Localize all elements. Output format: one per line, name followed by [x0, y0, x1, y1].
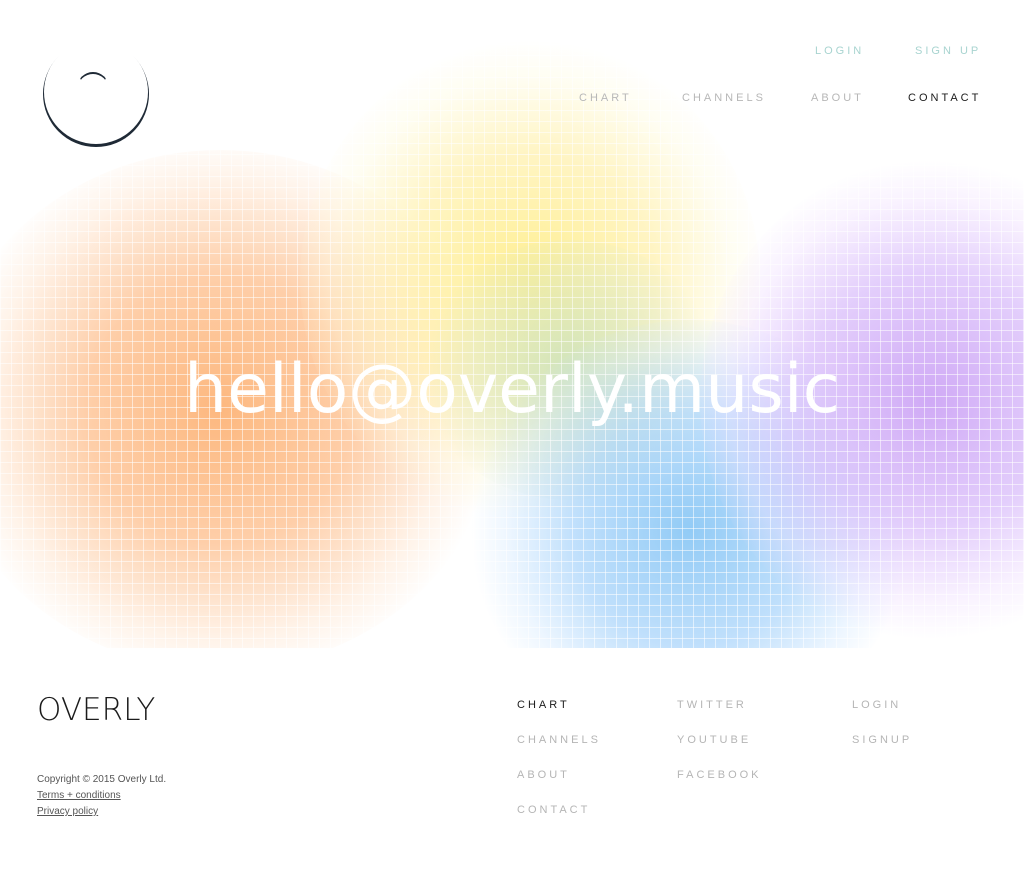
footer-signup-link[interactable]: SIGNUP [852, 734, 912, 746]
footer-nav-channels[interactable]: CHANNELS [517, 734, 601, 746]
nav-chart[interactable]: CHART [579, 92, 632, 104]
footer-login-link[interactable]: LOGIN [852, 699, 901, 711]
grid-overlay [0, 0, 1024, 648]
footer-nav-contact[interactable]: CONTACT [517, 804, 590, 816]
signup-link[interactable]: SIGN UP [915, 45, 981, 57]
login-link[interactable]: LOGIN [815, 45, 864, 57]
contact-email-link[interactable]: hello@overly.music [0, 350, 1024, 429]
footer-youtube-link[interactable]: YOUTUBE [677, 734, 751, 746]
copyright-text: Copyright © 2015 Overly Ltd. [37, 774, 167, 785]
privacy-link[interactable]: Privacy policy [37, 806, 98, 817]
footer-nav-chart[interactable]: CHART [517, 699, 570, 711]
nav-about[interactable]: ABOUT [811, 92, 864, 104]
footer-nav-about[interactable]: ABOUT [517, 769, 570, 781]
hero-section: hello@overly.music [0, 0, 1024, 648]
footer-facebook-link[interactable]: FACEBOOK [677, 769, 762, 781]
terms-link[interactable]: Terms + conditions [37, 790, 121, 801]
footer-brand-logo[interactable]: OVERLY [37, 692, 155, 728]
nav-channels[interactable]: CHANNELS [682, 92, 766, 104]
nav-contact[interactable]: CONTACT [908, 92, 981, 104]
logo-icon[interactable] [44, 40, 148, 144]
footer-twitter-link[interactable]: TWITTER [677, 699, 747, 711]
